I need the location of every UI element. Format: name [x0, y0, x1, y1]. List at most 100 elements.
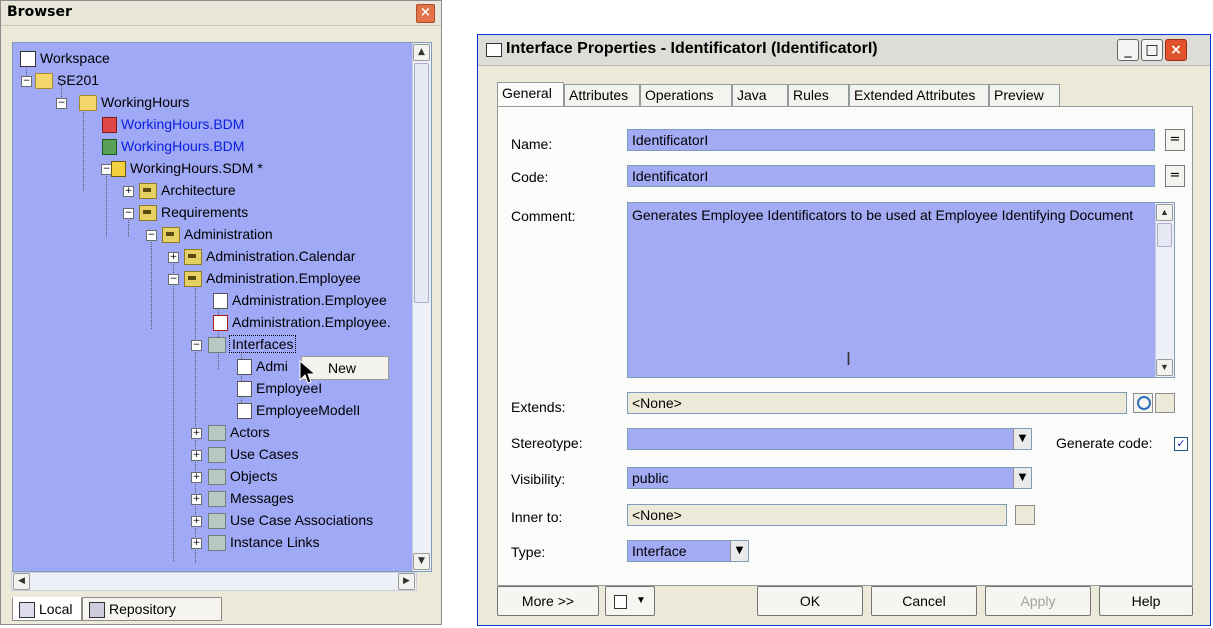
tab-preview[interactable]: Preview: [989, 84, 1060, 106]
scroll-thumb[interactable]: [414, 63, 429, 303]
comment-scrollbar[interactable]: ▲ ▼: [1155, 203, 1174, 377]
tree-item-workinghours[interactable]: WorkingHours: [79, 91, 189, 113]
tree-item-interface-admi[interactable]: Admi: [237, 355, 288, 377]
tree-item-messages[interactable]: Messages: [208, 487, 294, 509]
type-label: Type:: [511, 544, 546, 560]
collapse-icon[interactable]: −: [21, 76, 32, 87]
apply-button[interactable]: Apply: [985, 586, 1091, 616]
help-button[interactable]: Help: [1099, 586, 1193, 616]
code-equals-button[interactable]: =: [1165, 165, 1185, 187]
browser-panel: Browser × Workspace − SE201 − WorkingHou…: [0, 0, 442, 625]
browser-title-bar: Browser ×: [1, 1, 441, 26]
tab-operations[interactable]: Operations: [640, 84, 732, 106]
tree-item-actors[interactable]: Actors: [208, 421, 270, 443]
stereotype-select[interactable]: [627, 428, 1032, 450]
tree-item-administration[interactable]: Administration: [162, 223, 273, 245]
diagram-icon: [213, 293, 228, 310]
ok-button[interactable]: OK: [757, 586, 863, 616]
tab-local[interactable]: Local: [12, 597, 82, 621]
tab-repository[interactable]: Repository: [82, 597, 222, 621]
expand-icon[interactable]: +: [191, 472, 202, 483]
package-icon: [184, 249, 202, 266]
expand-icon[interactable]: +: [191, 428, 202, 439]
expand-icon[interactable]: +: [191, 516, 202, 527]
browser-tree[interactable]: Workspace − SE201 − WorkingHours Working…: [12, 42, 432, 572]
tree-item-bdm-2[interactable]: WorkingHours.BDM: [102, 135, 244, 157]
interface-icon: [237, 403, 252, 420]
tree-vertical-scrollbar[interactable]: ▲ ▼: [412, 43, 431, 571]
tree-item-instance-links[interactable]: Instance Links: [208, 531, 320, 553]
scroll-right-icon[interactable]: ▶: [398, 573, 415, 590]
list-icon: [614, 595, 627, 609]
tab-java[interactable]: Java: [732, 84, 788, 106]
tree-item-se201[interactable]: SE201: [35, 69, 99, 91]
scroll-thumb[interactable]: [1157, 223, 1172, 247]
tree-item-bdm-1[interactable]: WorkingHours.BDM: [102, 113, 244, 135]
tree-item-interfaces[interactable]: Interfaces: [208, 333, 297, 355]
collapse-icon[interactable]: −: [191, 340, 202, 351]
scroll-up-icon[interactable]: ▲: [1156, 204, 1173, 221]
tree-item-use-case-associations[interactable]: Use Case Associations: [208, 509, 373, 531]
menu-item-new[interactable]: New: [328, 360, 356, 376]
interface-icon: [237, 359, 252, 376]
comment-textarea[interactable]: Generates Employee Identificators to be …: [627, 202, 1175, 378]
tree-item-workspace[interactable]: Workspace: [20, 47, 110, 69]
chevron-down-icon[interactable]: ▼: [1013, 468, 1031, 488]
options-menu-button[interactable]: ▼: [605, 586, 655, 616]
close-icon[interactable]: ×: [1165, 39, 1187, 61]
local-icon: [19, 602, 35, 618]
tree-item-use-cases[interactable]: Use Cases: [208, 443, 298, 465]
properties-icon[interactable]: [1155, 393, 1175, 413]
maximize-icon[interactable]: □: [1141, 39, 1163, 61]
cancel-button[interactable]: Cancel: [871, 586, 977, 616]
expand-icon[interactable]: +: [191, 538, 202, 549]
tree-item-diagram-1[interactable]: Administration.Employee: [213, 289, 387, 311]
tab-extended-attributes[interactable]: Extended Attributes: [849, 84, 989, 106]
name-field[interactable]: IdentificatorI: [627, 129, 1155, 151]
tree-item-requirements[interactable]: Requirements: [139, 201, 248, 223]
tab-rules[interactable]: Rules: [788, 84, 849, 106]
close-icon[interactable]: ×: [416, 4, 435, 23]
dialog-title-bar: Interface Properties - IdentificatorI (I…: [478, 35, 1210, 66]
scroll-left-icon[interactable]: ◀: [13, 573, 30, 590]
collapse-icon[interactable]: −: [168, 274, 179, 285]
chevron-down-icon[interactable]: ▼: [730, 541, 748, 561]
tree-item-diagram-2[interactable]: Administration.Employee.: [213, 311, 391, 333]
inner-to-field[interactable]: <None>: [627, 504, 1007, 526]
collapse-icon[interactable]: −: [123, 208, 134, 219]
tree-item-interface-employeemodeli[interactable]: EmployeeModelI: [237, 399, 360, 421]
expand-icon[interactable]: +: [168, 252, 179, 263]
code-field[interactable]: IdentificatorI: [627, 165, 1155, 187]
select-object-icon[interactable]: [1133, 393, 1153, 413]
collapse-icon[interactable]: −: [56, 98, 67, 109]
more-button[interactable]: More >>: [497, 586, 599, 616]
folder-icon: [79, 95, 97, 112]
minimize-icon[interactable]: _: [1117, 39, 1139, 61]
tab-attributes[interactable]: Attributes: [564, 84, 640, 106]
tree-item-objects[interactable]: Objects: [208, 465, 277, 487]
generate-code-checkbox[interactable]: ✓: [1174, 437, 1188, 451]
tree-line: [128, 217, 129, 237]
expand-icon[interactable]: +: [191, 494, 202, 505]
tree-horizontal-scrollbar[interactable]: ◀ ▶: [11, 572, 417, 591]
expand-icon[interactable]: +: [191, 450, 202, 461]
scroll-down-icon[interactable]: ▼: [413, 553, 430, 570]
name-equals-button[interactable]: =: [1165, 129, 1185, 151]
tree-item-sdm[interactable]: WorkingHours.SDM *: [111, 157, 263, 179]
extends-field[interactable]: <None>: [627, 392, 1127, 414]
scroll-up-icon[interactable]: ▲: [413, 44, 430, 61]
visibility-select[interactable]: public: [627, 467, 1032, 489]
tree-item-administration-calendar[interactable]: Administration.Calendar: [184, 245, 355, 267]
tree-item-architecture[interactable]: Architecture: [139, 179, 236, 201]
bdm-model-icon: [102, 139, 117, 156]
tree-item-administration-employee[interactable]: Administration.Employee: [184, 267, 361, 289]
tab-general[interactable]: General: [497, 82, 564, 107]
tree-line: [106, 173, 107, 237]
scroll-down-icon[interactable]: ▼: [1156, 359, 1173, 376]
collapse-icon[interactable]: −: [146, 230, 157, 241]
chevron-down-icon[interactable]: ▼: [1013, 429, 1031, 449]
expand-icon[interactable]: +: [123, 186, 134, 197]
properties-icon[interactable]: [1015, 505, 1035, 525]
dialog-title: Interface Properties - IdentificatorI (I…: [506, 40, 878, 57]
folder-icon: [208, 491, 226, 508]
